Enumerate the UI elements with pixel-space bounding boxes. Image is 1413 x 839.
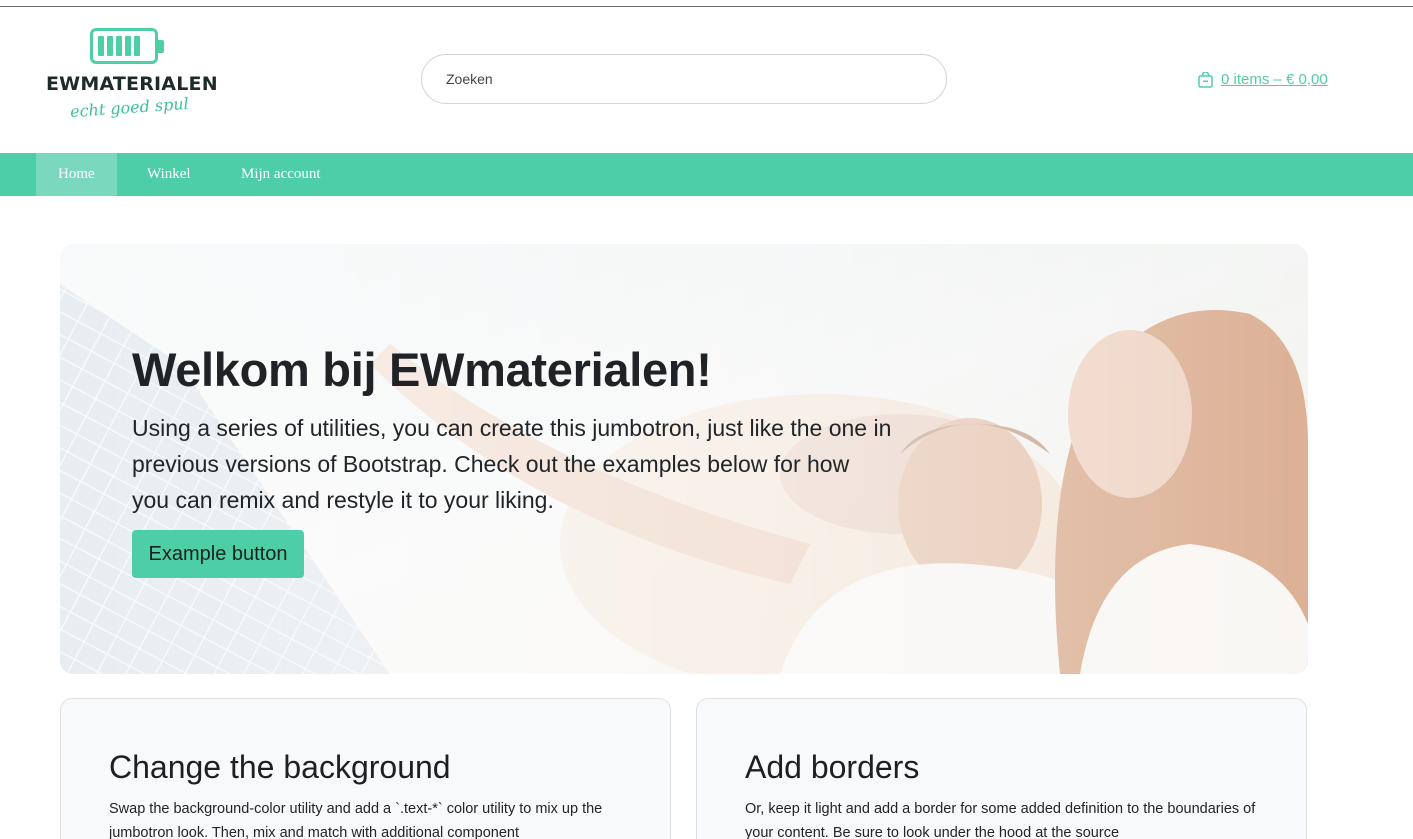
- nav-item-home[interactable]: Home: [36, 153, 117, 196]
- cart-link[interactable]: 0 items – € 0,00: [1198, 70, 1328, 88]
- cart-summary: 0 items – € 0,00: [1221, 71, 1328, 88]
- card-text: Or, keep it light and add a border for s…: [745, 801, 1256, 839]
- nav-item-winkel[interactable]: Winkel: [125, 153, 213, 196]
- card-change-background: Change the background Swap the backgroun…: [60, 698, 671, 839]
- hero-jumbotron: Welkom bij EWmaterialen! Using a series …: [60, 244, 1308, 674]
- hero-title: Welkom bij EWmaterialen!: [132, 343, 712, 396]
- top-rule: [0, 6, 1413, 7]
- logo-tagline: echt goed spul: [69, 93, 190, 122]
- card-text: Swap the background-color utility and ad…: [109, 801, 603, 839]
- example-button[interactable]: Example button: [132, 530, 304, 578]
- shopping-bag-icon: [1198, 70, 1213, 88]
- site-logo[interactable]: EWMATERIALEN echt goed spul: [46, 27, 218, 125]
- battery-icon: [90, 28, 164, 64]
- main-nav: Home Winkel Mijn account: [0, 153, 1413, 196]
- nav-item-mijn-account[interactable]: Mijn account: [219, 153, 343, 196]
- logo-wordmark: EWMATERIALEN: [46, 73, 218, 95]
- card-title: Add borders: [745, 749, 920, 785]
- card-add-borders: Add borders Or, keep it light and add a …: [696, 698, 1307, 839]
- card-title: Change the background: [109, 749, 451, 785]
- hero-text: Using a series of utilities, you can cre…: [132, 415, 892, 513]
- search-input[interactable]: [421, 54, 947, 104]
